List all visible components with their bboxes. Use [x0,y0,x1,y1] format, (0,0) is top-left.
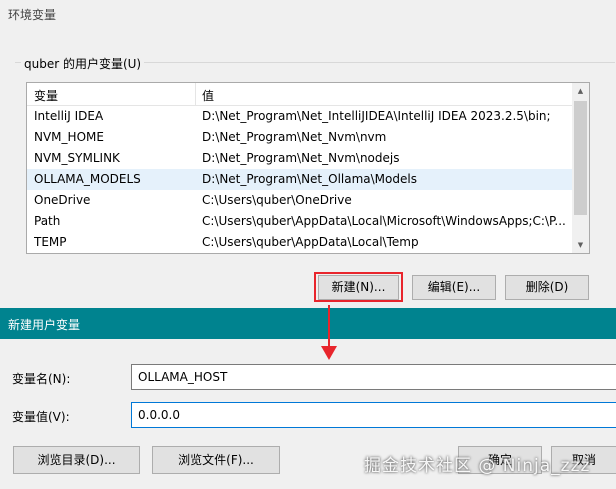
list-header: 变量 值 [27,83,573,106]
window-title: 环境变量 [8,8,57,22]
list-item[interactable]: Path C:\Users\quber\AppData\Local\Microso… [27,211,573,232]
variable-name-label: 变量名(N): [12,372,71,386]
variable-name-cell: NVM_SYMLINK [34,151,120,165]
column-header-name[interactable]: 变量 [34,87,58,104]
user-vars-group-label: quber 的用户变量(U) [21,55,145,72]
variable-value-cell: D:\Net_Program\Net_Nvm\nvm [202,130,387,144]
variable-name-cell: OLLAMA_MODELS [34,172,141,186]
column-header-value[interactable]: 值 [202,87,214,104]
delete-variable-button[interactable]: 删除(D) [505,275,589,300]
variable-value-cell: D:\Net_Program\Net_Nvm\nodejs [202,151,400,165]
variable-name-cell: Path [34,214,61,228]
new-variable-dialog-titlebar[interactable]: 新建用户变量 [0,308,616,339]
list-item[interactable]: TEMP C:\Users\quber\AppData\Local\Temp [27,232,573,253]
column-separator[interactable] [195,83,196,105]
list-item[interactable]: IntelliJ IDEA D:\Net_Program\Net_IntelliJ… [27,106,573,127]
variable-name-cell: IntelliJ IDEA [34,109,104,123]
list-item[interactable]: OneDrive C:\Users\quber\OneDrive [27,190,573,211]
browse-directory-button[interactable]: 浏览目录(D)... [13,446,140,474]
variable-value-cell: C:\Users\quber\OneDrive [202,193,352,207]
variable-value-cell: C:\Users\quber\AppData\Local\Microsoft\W… [202,214,566,228]
watermark: 掘金技术社区 @ Ninja_zzz [364,456,591,476]
list-item[interactable]: NVM_HOME D:\Net_Program\Net_Nvm\nvm [27,127,573,148]
scroll-up-icon[interactable]: ▲ [572,83,589,99]
variable-value-cell: D:\Net_Program\Net_IntelliJIDEA\IntelliJ… [202,109,551,123]
scroll-thumb[interactable] [574,101,587,215]
env-variables-window: 环境变量 quber 的用户变量(U) 变量 值 IntelliJ IDEA D:… [0,0,616,308]
scroll-down-icon[interactable]: ▼ [572,237,589,253]
annotation-arrow-line [328,305,330,348]
variable-value-input[interactable]: 0.0.0.0 [131,402,616,428]
variable-name-cell: TEMP [34,235,67,249]
dialog-title: 新建用户变量 [8,318,81,332]
list-item[interactable]: OLLAMA_MODELS D:\Net_Program\Net_Ollama\M… [27,169,573,190]
annotation-arrow-down-icon [321,346,337,360]
variable-name-cell: OneDrive [34,193,91,207]
variable-value-cell: D:\Net_Program\Net_Ollama\Models [202,172,417,186]
edit-variable-button[interactable]: 编辑(E)... [412,275,496,300]
user-vars-list[interactable]: 变量 值 IntelliJ IDEA D:\Net_Program\Net_Int… [26,82,590,254]
list-scrollbar[interactable]: ▲ ▼ [572,83,589,253]
list-item[interactable]: NVM_SYMLINK D:\Net_Program\Net_Nvm\nodejs [27,148,573,169]
browse-file-button[interactable]: 浏览文件(F)... [152,446,280,474]
variable-value-cell: C:\Users\quber\AppData\Local\Temp [202,235,419,249]
highlight-box [314,272,403,302]
variable-name-cell: NVM_HOME [34,130,104,144]
variable-name-input[interactable]: OLLAMA_HOST [131,364,616,390]
variable-value-label: 变量值(V): [12,410,70,424]
